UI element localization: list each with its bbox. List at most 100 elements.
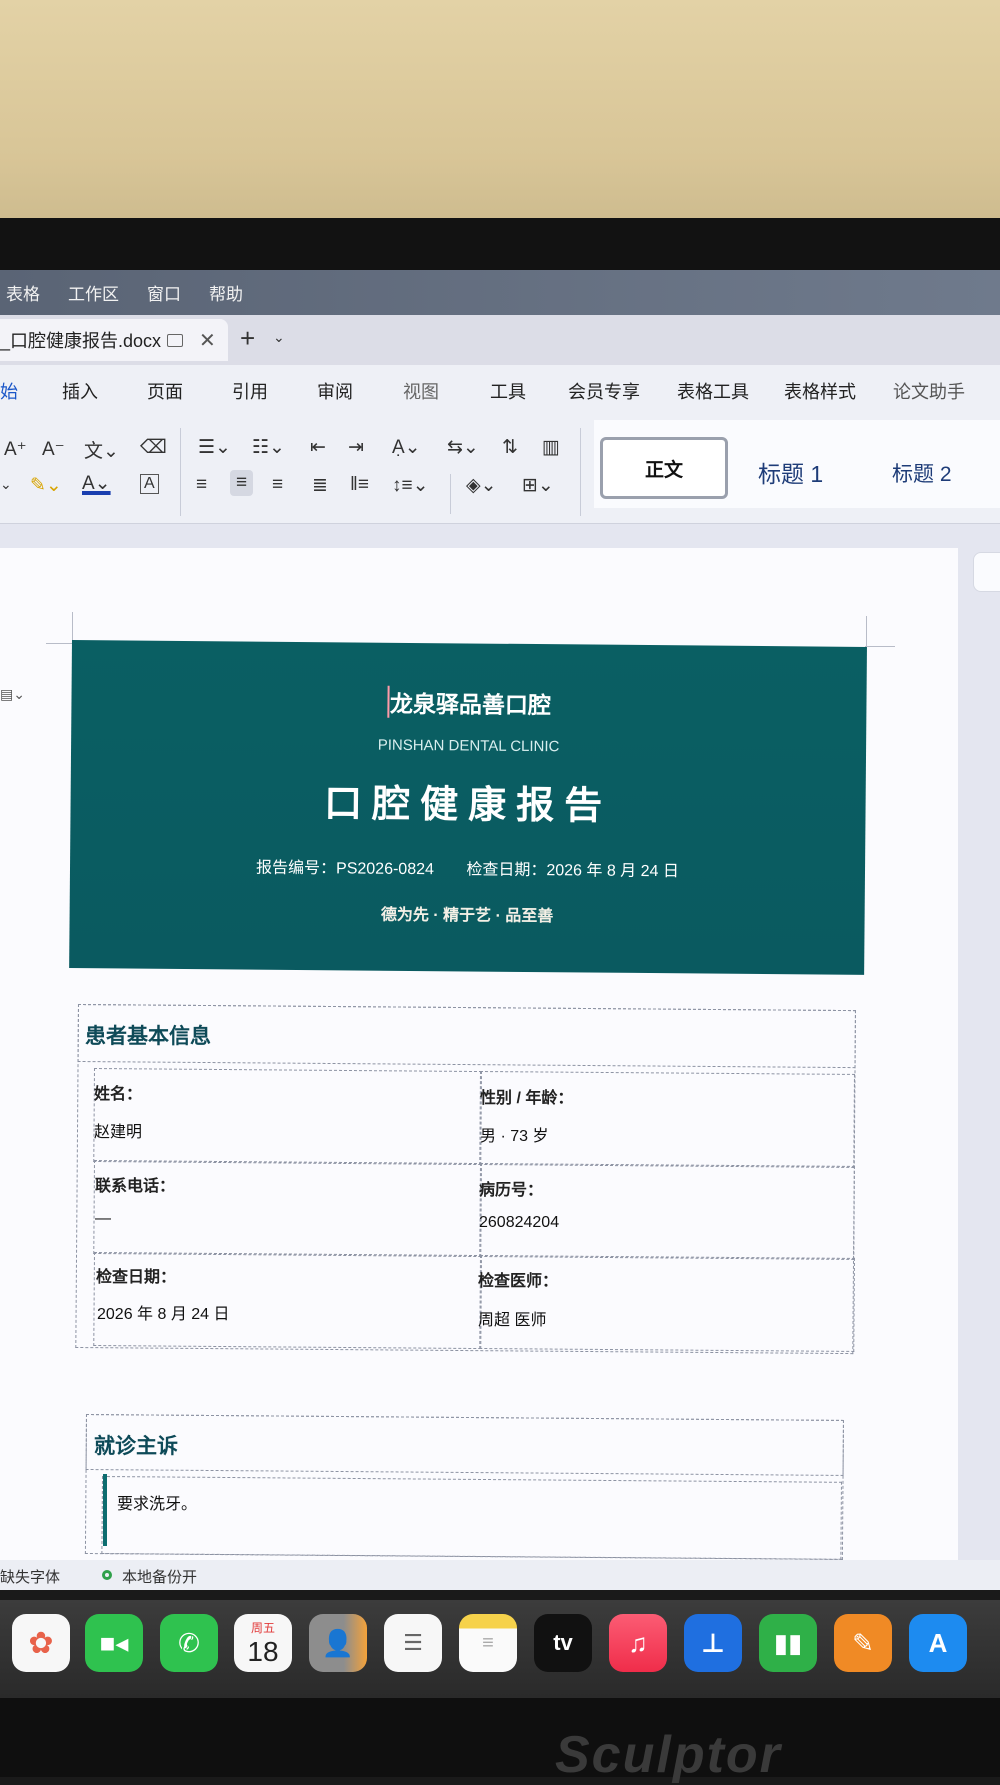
- pages-icon[interactable]: ✎: [834, 1614, 892, 1672]
- document-tab[interactable]: _口腔健康报告.docx ✕: [0, 319, 228, 361]
- decrease-font-icon[interactable]: A⁻: [42, 438, 65, 461]
- tab-review[interactable]: 审阅: [317, 378, 353, 404]
- clinic-name-en: PINSHAN DENTAL CLINIC: [377, 736, 560, 756]
- doctor-label: 检查医师：: [478, 1273, 559, 1290]
- shading-icon[interactable]: ◈⌄: [466, 474, 497, 497]
- monitor-icon: [167, 333, 184, 347]
- monitor-bezel-bottom: [0, 1698, 1000, 1777]
- char-border-icon[interactable]: A: [140, 474, 159, 494]
- align-center-icon[interactable]: ≡: [230, 470, 254, 496]
- divider: [580, 428, 581, 516]
- complaint-text: 要求洗牙。: [117, 1496, 198, 1513]
- menu-item-help[interactable]: 帮助: [209, 280, 243, 305]
- photos-icon[interactable]: ✿: [12, 1614, 70, 1672]
- facetime-icon[interactable]: ■◂: [85, 1614, 143, 1672]
- close-icon[interactable]: ✕: [199, 328, 216, 353]
- name-value: 赵建明: [94, 1124, 143, 1141]
- calendar-weekday: 周五: [250, 1620, 275, 1635]
- line-spacing-icon[interactable]: ↕≡⌄: [392, 474, 429, 497]
- tab-references[interactable]: 引用: [232, 378, 268, 404]
- complaint-body-box: [101, 1476, 842, 1560]
- complaint-header-box: [85, 1414, 844, 1476]
- document-tab-title: _口腔健康报告.docx: [0, 331, 162, 351]
- gender-age-value: 男 · 73 岁: [480, 1128, 549, 1145]
- document-tab-bar: _口腔健康报告.docx ✕ + ⌄: [0, 315, 1000, 365]
- phonetic-guide-icon[interactable]: 文⌄: [84, 436, 119, 463]
- app-store-icon[interactable]: A: [909, 1614, 967, 1672]
- tab-start[interactable]: 始: [0, 378, 18, 404]
- text-direction-icon[interactable]: Ạ⌄: [392, 436, 421, 459]
- distributed-icon[interactable]: ‖≡: [350, 474, 369, 496]
- report-title: 口腔健康报告: [323, 783, 613, 828]
- keynote-icon[interactable]: ⊥: [684, 1614, 742, 1672]
- ribbon-tabs: 始 插入 页面 引用 审阅 视图 工具 会员专享 表格工具 表格样式 论文助手: [0, 365, 1000, 415]
- menu-item-table[interactable]: 表格: [6, 280, 40, 305]
- font-color-icon[interactable]: A⌄: [82, 472, 111, 495]
- increase-font-icon[interactable]: A⁺: [4, 438, 27, 461]
- chevron-down-icon[interactable]: ⌄: [0, 476, 12, 493]
- calendar-day: 18: [247, 1635, 279, 1667]
- menu-bar: 表格 工作区 窗口 帮助: [0, 270, 1000, 315]
- numbered-list-icon[interactable]: ☷⌄: [252, 436, 285, 459]
- tab-table-tools[interactable]: 表格工具: [677, 378, 749, 404]
- calendar-icon[interactable]: 周五 18: [234, 1614, 292, 1672]
- style-heading-1[interactable]: 标题 1: [758, 455, 823, 489]
- margin-guide: [865, 646, 895, 647]
- eraser-icon[interactable]: ⌫: [140, 436, 167, 459]
- justify-icon[interactable]: ≣: [312, 474, 328, 497]
- banner-exam-date: 检查日期：2026 年 8 月 24 日: [466, 861, 679, 881]
- divider: [450, 474, 451, 514]
- complaint-heading: 就诊主诉: [94, 1435, 178, 1458]
- column-icon[interactable]: ▥: [542, 436, 560, 459]
- contacts-icon[interactable]: 👤: [309, 1614, 367, 1672]
- missing-font-status[interactable]: 缺失字体: [0, 1566, 60, 1587]
- align-left-icon[interactable]: ≡: [196, 474, 207, 496]
- indent-icon[interactable]: ⇥: [348, 436, 364, 459]
- menu-item-window[interactable]: 窗口: [147, 280, 181, 305]
- tab-table-style[interactable]: 表格样式: [784, 378, 856, 404]
- divider: [180, 428, 181, 516]
- sort-direction-icon[interactable]: ⇆⌄: [447, 436, 479, 459]
- exam-date-value: 2026 年 8 月 24 日: [97, 1306, 230, 1323]
- patient-info-heading: 患者基本信息: [85, 1025, 211, 1048]
- report-number: 报告编号：PS2026-0824: [256, 859, 435, 879]
- style-heading-2[interactable]: 标题 2: [892, 458, 952, 488]
- borders-icon[interactable]: ⊞⌄: [522, 474, 554, 497]
- margin-guide: [866, 616, 867, 646]
- music-icon[interactable]: ♫: [609, 1614, 667, 1672]
- backup-status-icon: [102, 1570, 112, 1580]
- menu-item-workspace[interactable]: 工作区: [68, 280, 119, 305]
- tab-view[interactable]: 视图: [403, 378, 439, 404]
- notes-icon[interactable]: ≡: [459, 1614, 517, 1672]
- tv-label: tv: [553, 1630, 573, 1655]
- background-wall: [0, 0, 1000, 225]
- monitor-bezel-top: [0, 218, 1000, 270]
- tab-insert[interactable]: 插入: [62, 378, 98, 404]
- numbers-icon[interactable]: ▮▮: [759, 1614, 817, 1672]
- phone-icon[interactable]: ✆: [160, 1614, 218, 1672]
- tab-thesis-helper[interactable]: 论文助手: [893, 378, 965, 404]
- tab-member[interactable]: 会员专享: [568, 378, 640, 404]
- chevron-down-icon[interactable]: ⌄: [273, 329, 285, 346]
- tab-page[interactable]: 页面: [147, 378, 183, 404]
- outdent-icon[interactable]: ⇤: [310, 436, 326, 459]
- align-right-icon[interactable]: ≡: [272, 474, 283, 496]
- doctor-value: 周超 医师: [478, 1312, 547, 1329]
- style-normal[interactable]: 正文: [600, 437, 728, 499]
- clinic-name: 龙泉驿品善口腔: [389, 690, 552, 719]
- exam-date-label: 检查日期：: [96, 1269, 177, 1286]
- phone-label: 联系电话：: [95, 1178, 176, 1195]
- new-tab-plus-icon[interactable]: +: [240, 323, 255, 354]
- paragraph-handle-icon[interactable]: ▤⌄: [0, 686, 25, 703]
- apple-tv-icon[interactable]: tv: [534, 1614, 592, 1672]
- highlight-icon[interactable]: ✎⌄: [30, 474, 62, 497]
- table-cell: [93, 1068, 482, 1166]
- tab-tools[interactable]: 工具: [490, 378, 526, 404]
- margin-guide: [72, 612, 73, 642]
- status-bar: 缺失字体 本地备份开: [0, 1560, 1000, 1590]
- side-panel-button[interactable]: [973, 552, 1000, 592]
- bullet-list-icon[interactable]: ☰⌄: [198, 436, 231, 459]
- sort-icon[interactable]: ⇅: [502, 436, 518, 459]
- reminders-icon[interactable]: ☰: [384, 1614, 442, 1672]
- backup-status[interactable]: 本地备份开: [122, 1566, 197, 1587]
